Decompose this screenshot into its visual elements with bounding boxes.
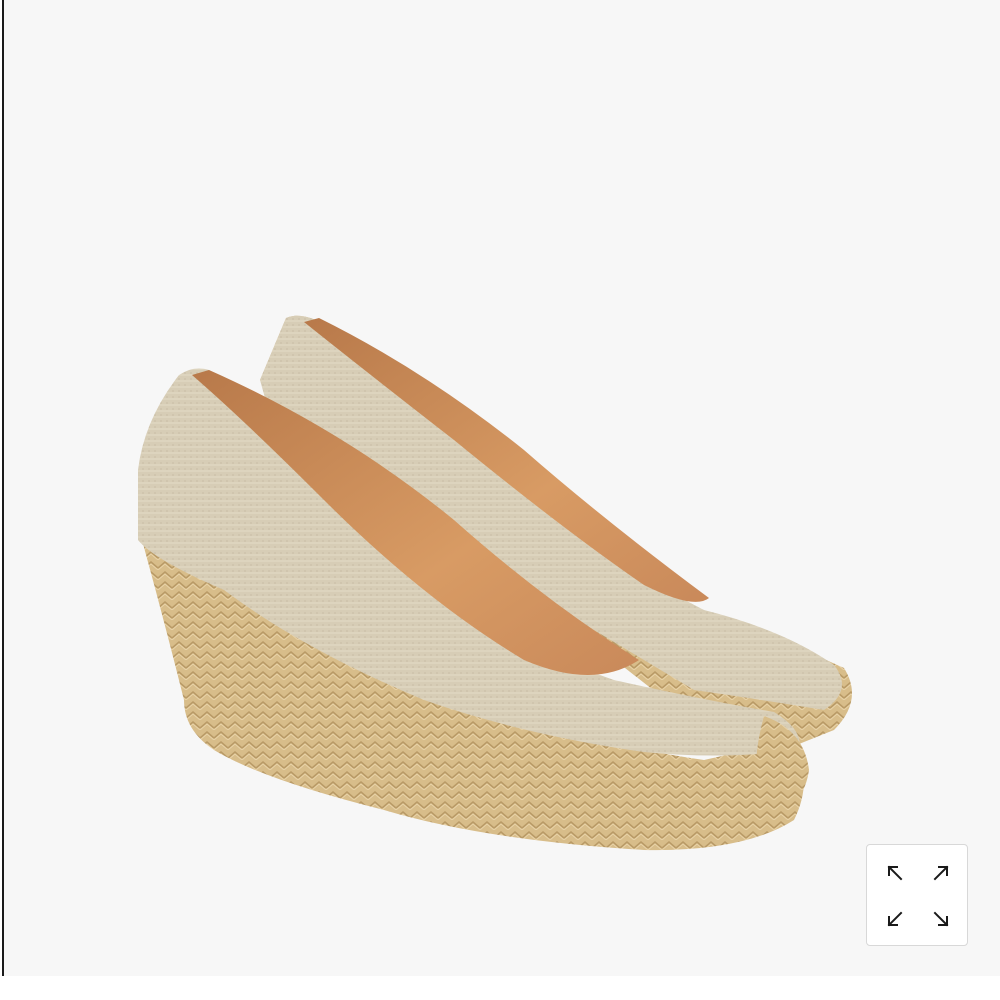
expand-image-button[interactable] <box>866 844 968 946</box>
product-image-viewer <box>0 0 1000 1000</box>
product-photo <box>2 0 1000 976</box>
expand-arrows-icon <box>887 865 949 927</box>
